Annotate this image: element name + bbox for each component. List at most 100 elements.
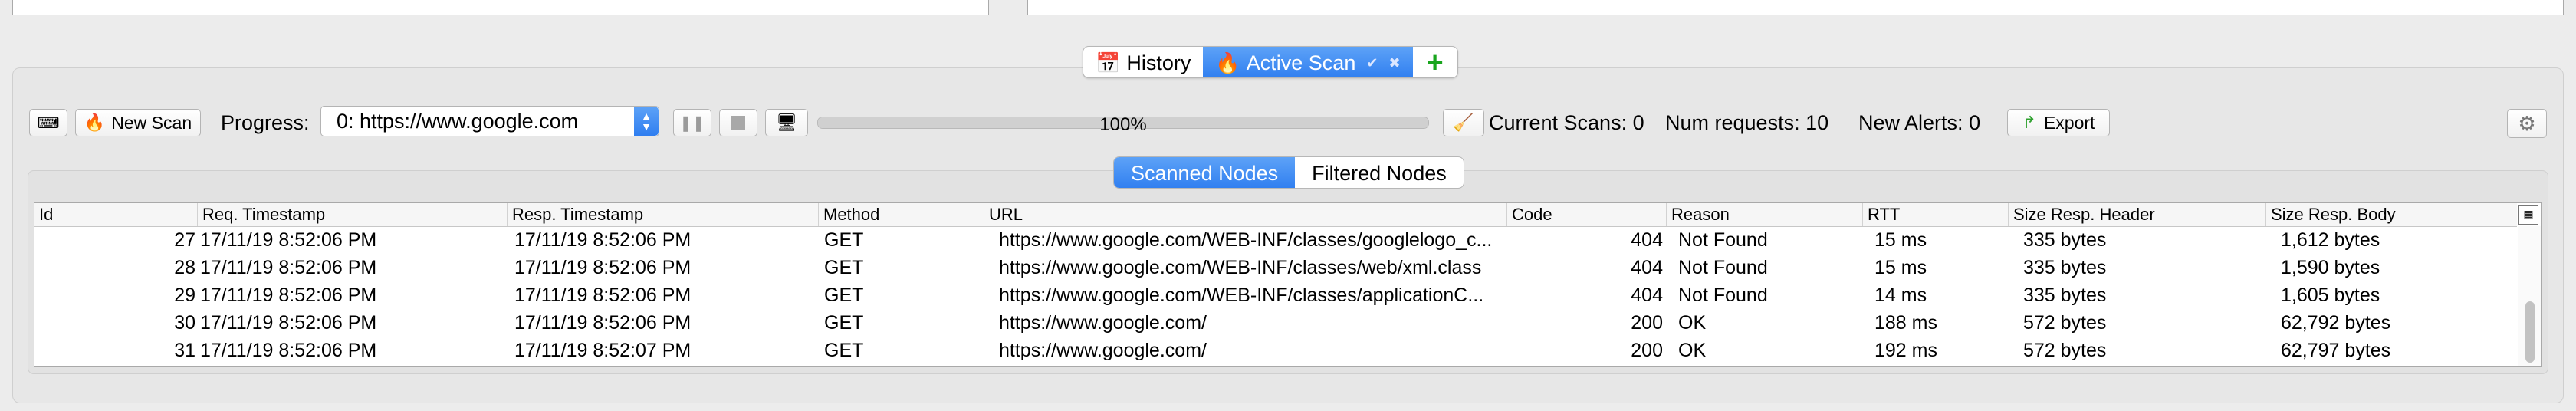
cell-size-resp-body: 1,605 bytes xyxy=(2281,284,2380,306)
upper-right-panel xyxy=(1027,0,2564,15)
scan-progress-bar: 100% xyxy=(817,114,1429,135)
cell-code: 404 xyxy=(1631,284,1663,306)
export-button[interactable]: ↱ Export xyxy=(2007,109,2110,136)
gear-icon: ⚙ xyxy=(2518,111,2536,135)
plus-icon: + xyxy=(1426,47,1444,78)
cell-url: https://www.google.com/WEB-INF/classes/w… xyxy=(999,257,1482,278)
col-header-reason[interactable]: Reason xyxy=(1666,203,1862,226)
tab-active-scan-label: Active Scan xyxy=(1246,51,1356,74)
table-header: Id Req. Timestamp Resp. Timestamp Method… xyxy=(34,203,2517,227)
export-label: Export xyxy=(2043,112,2095,133)
tab-history[interactable]: 📅 History xyxy=(1083,47,1203,77)
cell-reason: Not Found xyxy=(1678,257,1768,278)
cell-rtt: 188 ms xyxy=(1875,312,1937,334)
cell-method: GET xyxy=(824,284,864,306)
new-scan-button[interactable]: 🔥 New Scan xyxy=(75,109,201,136)
cell-id: 31 xyxy=(174,340,196,361)
export-arrow-icon: ↱ xyxy=(2022,113,2036,132)
stop-button[interactable] xyxy=(719,109,757,136)
cell-method: GET xyxy=(824,257,864,278)
cell-size-resp-header: 572 bytes xyxy=(2023,312,2107,334)
add-tab-button[interactable]: + xyxy=(1413,47,1457,78)
cell-rtt: 15 ms xyxy=(1875,229,1927,251)
progress-label: Progress: xyxy=(221,111,310,134)
table-row[interactable]: 31 17/11/19 8:52:06 PM 17/11/19 8:52:07 … xyxy=(34,337,2517,364)
cell-code: 404 xyxy=(1631,229,1663,251)
close-icon[interactable]: ✖ xyxy=(1388,55,1400,71)
column-selector-button[interactable]: ▦ xyxy=(2518,205,2538,225)
monitor-icon: 🖥 xyxy=(776,113,797,132)
tab-active-scan[interactable]: 🔥 Active Scan ✔ ✖ xyxy=(1203,47,1413,77)
cell-size-resp-header: 335 bytes xyxy=(2023,284,2107,306)
progress-percent: 100% xyxy=(1099,114,1147,135)
cell-resp-timestamp: 17/11/19 8:52:06 PM xyxy=(514,312,692,334)
cell-code: 200 xyxy=(1631,312,1663,334)
current-scans-label: Current Scans: xyxy=(1489,111,1628,134)
pin-icon[interactable]: ✔ xyxy=(1366,55,1378,71)
table-row[interactable]: 28 17/11/19 8:52:06 PM 17/11/19 8:52:06 … xyxy=(34,254,2517,281)
col-header-id[interactable]: Id xyxy=(34,203,197,226)
new-alerts-label: New Alerts: xyxy=(1858,111,1963,134)
cell-size-resp-header: 335 bytes xyxy=(2023,257,2107,278)
settings-button[interactable]: ⚙ xyxy=(2507,109,2547,138)
clean-button[interactable]: 🧹 xyxy=(1443,109,1484,136)
col-header-resp-timestamp[interactable]: Resp. Timestamp xyxy=(507,203,818,226)
stop-icon xyxy=(731,116,745,130)
tab-filtered-nodes[interactable]: Filtered Nodes xyxy=(1295,157,1464,188)
col-header-size-resp-body[interactable]: Size Resp. Body xyxy=(2266,203,2517,226)
num-requests-label: Num requests: xyxy=(1665,111,1800,134)
cell-size-resp-body: 62,792 bytes xyxy=(2281,312,2391,334)
cell-reason: OK xyxy=(1678,312,1707,334)
table-row[interactable]: 30 17/11/19 8:52:06 PM 17/11/19 8:52:06 … xyxy=(34,309,2517,337)
flame-icon: 🔥 xyxy=(84,113,106,132)
cell-req-timestamp: 17/11/19 8:52:06 PM xyxy=(200,257,377,278)
tab-history-label: History xyxy=(1126,51,1191,74)
cell-resp-timestamp: 17/11/19 8:52:06 PM xyxy=(514,229,692,251)
col-header-size-resp-header[interactable]: Size Resp. Header xyxy=(2008,203,2266,226)
cell-method: GET xyxy=(824,229,864,251)
col-header-url[interactable]: URL xyxy=(984,203,1506,226)
cell-url: https://www.google.com/WEB-INF/classes/a… xyxy=(999,284,1484,306)
new-alerts-value: 0 xyxy=(1969,111,1981,134)
broom-icon: 🧹 xyxy=(1453,113,1474,132)
num-requests: Num requests: 10 xyxy=(1665,109,1829,136)
scan-select[interactable]: 0: https://www.google.com ▲ ▼ xyxy=(320,106,659,136)
keyboard-button[interactable]: ⌨ xyxy=(29,109,67,136)
cell-reason: Not Found xyxy=(1678,284,1768,306)
calendar-icon: 📅 xyxy=(1096,51,1121,74)
cell-size-resp-body: 62,797 bytes xyxy=(2281,340,2391,361)
scrollbar-thumb[interactable] xyxy=(2525,301,2535,363)
new-alerts: New Alerts: 0 xyxy=(1858,109,1980,136)
cell-size-resp-header: 572 bytes xyxy=(2023,340,2107,361)
col-header-req-timestamp[interactable]: Req. Timestamp xyxy=(197,203,507,226)
flame-icon: 🔥 xyxy=(1215,51,1240,74)
cell-url: https://www.google.com/ xyxy=(999,312,1207,334)
cell-code: 404 xyxy=(1631,257,1663,278)
cell-reason: Not Found xyxy=(1678,229,1768,251)
bottom-tab-bar: 📅 History 🔥 Active Scan ✔ ✖ + xyxy=(1083,46,1458,78)
cell-reason: OK xyxy=(1678,340,1707,361)
cell-resp-timestamp: 17/11/19 8:52:06 PM xyxy=(514,257,692,278)
table-row[interactable]: 27 17/11/19 8:52:06 PM 17/11/19 8:52:06 … xyxy=(34,226,2517,254)
col-header-rtt[interactable]: RTT xyxy=(1862,203,2008,226)
num-requests-value: 10 xyxy=(1806,111,1829,134)
table-vertical-scrollbar[interactable] xyxy=(2518,226,2542,366)
cell-rtt: 192 ms xyxy=(1875,340,1937,361)
tab-scanned-nodes[interactable]: Scanned Nodes xyxy=(1114,157,1296,188)
cell-url: https://www.google.com/ xyxy=(999,340,1207,361)
cell-rtt: 14 ms xyxy=(1875,284,1927,306)
new-scan-label: New Scan xyxy=(111,112,192,133)
upper-left-panel xyxy=(12,0,989,15)
cell-size-resp-header: 335 bytes xyxy=(2023,229,2107,251)
col-header-code[interactable]: Code xyxy=(1506,203,1666,226)
table-row[interactable]: 29 17/11/19 8:52:06 PM 17/11/19 8:52:06 … xyxy=(34,281,2517,309)
cell-size-resp-body: 1,612 bytes xyxy=(2281,229,2380,251)
col-header-method[interactable]: Method xyxy=(818,203,984,226)
cell-req-timestamp: 17/11/19 8:52:06 PM xyxy=(200,229,377,251)
cell-id: 30 xyxy=(174,312,196,334)
pause-button[interactable]: ❚❚ xyxy=(673,109,711,136)
cell-method: GET xyxy=(824,312,864,334)
options-button[interactable]: 🖥 xyxy=(765,109,808,136)
cell-resp-timestamp: 17/11/19 8:52:06 PM xyxy=(514,284,692,306)
scan-select-value: 0: https://www.google.com xyxy=(337,109,579,133)
